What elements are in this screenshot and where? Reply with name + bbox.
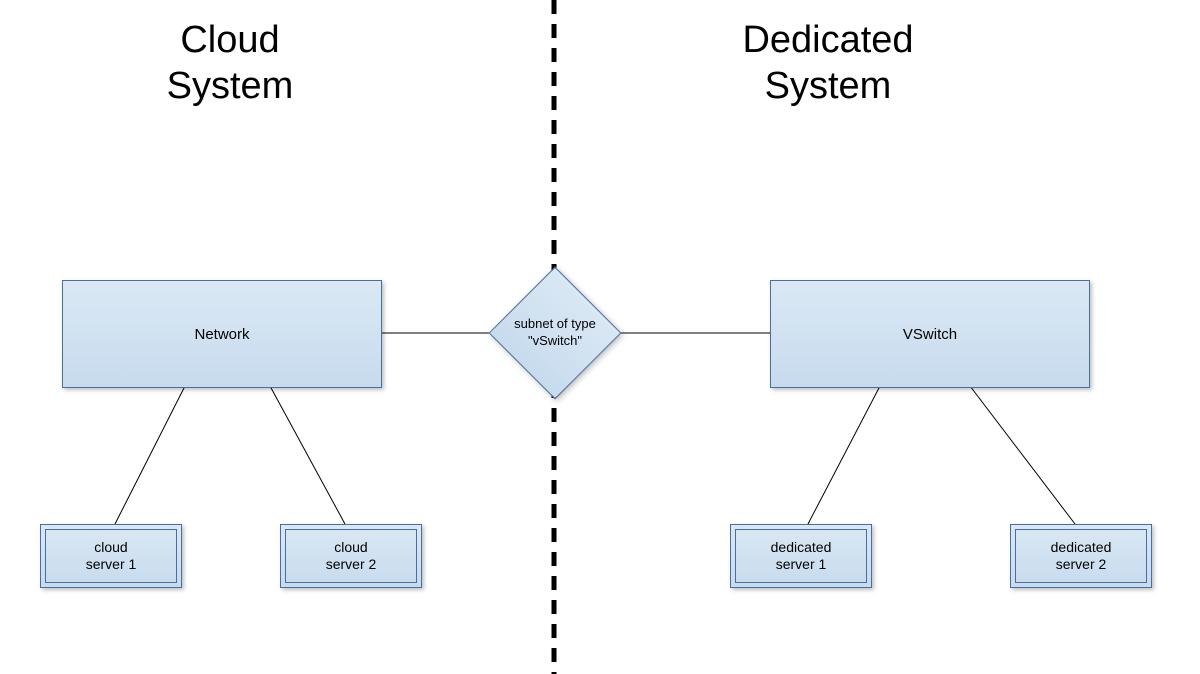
- node-dedicated-server-2: dedicated server 2: [1010, 524, 1152, 588]
- node-cloud-server-1: cloud server 1: [40, 524, 182, 588]
- diagram-canvas: Cloud System Dedicated System Network VS…: [0, 0, 1200, 674]
- title-left: Cloud System: [120, 18, 340, 109]
- node-subnet-diamond: subnet of type "vSwitch": [490, 268, 620, 398]
- node-network-label: Network: [194, 326, 249, 343]
- node-vswitch-label: VSwitch: [903, 326, 957, 343]
- node-network: Network: [62, 280, 382, 388]
- node-dedicated-server-1: dedicated server 1: [730, 524, 872, 588]
- node-vswitch: VSwitch: [770, 280, 1090, 388]
- node-cloud-server-2: cloud server 2: [280, 524, 422, 588]
- title-right: Dedicated System: [698, 18, 958, 109]
- node-subnet-label: subnet of type "vSwitch": [490, 268, 620, 398]
